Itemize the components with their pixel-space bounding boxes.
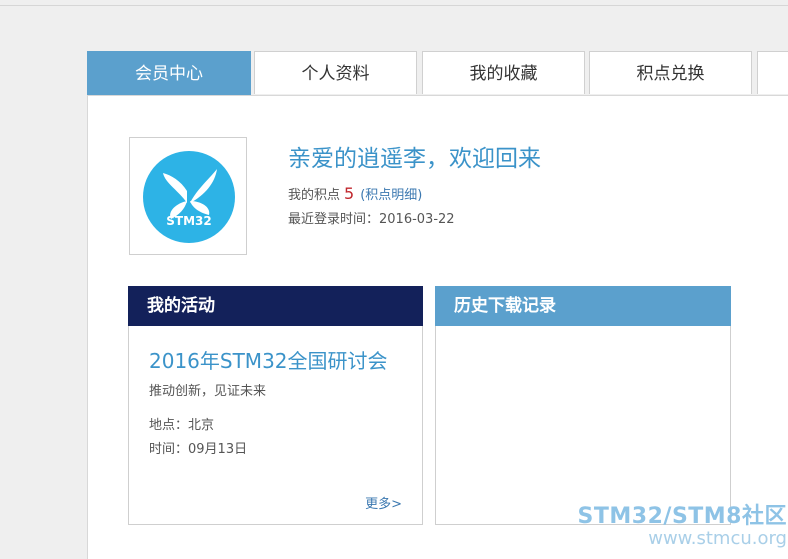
watermark-main: STM32/STM8社区 [577, 504, 787, 529]
tab-member-center[interactable]: 会员中心 [87, 51, 251, 96]
member-center-panel: STM32 亲爱的逍遥李，欢迎回来 我的积点 5 (积点明细) 最近登录时间：201… [87, 95, 788, 559]
points-value: 5 [344, 184, 355, 203]
top-divider [0, 5, 788, 6]
points-detail-link[interactable]: (积点明细) [360, 188, 422, 203]
more-link[interactable]: 更多> [365, 493, 402, 512]
welcome-message: 亲爱的逍遥李，欢迎回来 [288, 146, 541, 172]
activity-location: 地点：北京 [149, 418, 215, 433]
points-label: 我的积点 [288, 188, 341, 203]
download-history-card: 历史下载记录 [435, 286, 731, 525]
watermark-url: www.stmcu.org [648, 528, 787, 549]
site-watermark: STM32/STM8社区 www.stmcu.org [551, 498, 787, 549]
tab-more[interactable] [757, 51, 788, 94]
tab-points-exchange[interactable]: 积点兑换 [589, 51, 752, 94]
my-activity-header: 我的活动 [128, 286, 423, 326]
avatar[interactable]: STM32 [129, 137, 247, 255]
activity-subtitle: 推动创新，见证未来 [149, 384, 267, 399]
tab-profile[interactable]: 个人资料 [254, 51, 417, 94]
activity-title-link[interactable]: 2016年STM32全国研讨会 [149, 345, 388, 374]
stm32-logo-icon [143, 151, 235, 243]
download-history-header: 历史下载记录 [435, 286, 731, 326]
last-login: 最近登录时间：2016-03-22 [288, 212, 455, 227]
my-activity-card: 我的活动 2016年STM32全国研讨会 推动创新，见证未来 地点：北京 时间：… [128, 286, 423, 525]
points-row: 我的积点 5 (积点明细) [288, 184, 422, 203]
activity-time: 时间：09月13日 [149, 442, 248, 457]
avatar-text: STM32 [166, 214, 212, 228]
tab-favorites[interactable]: 我的收藏 [422, 51, 585, 94]
